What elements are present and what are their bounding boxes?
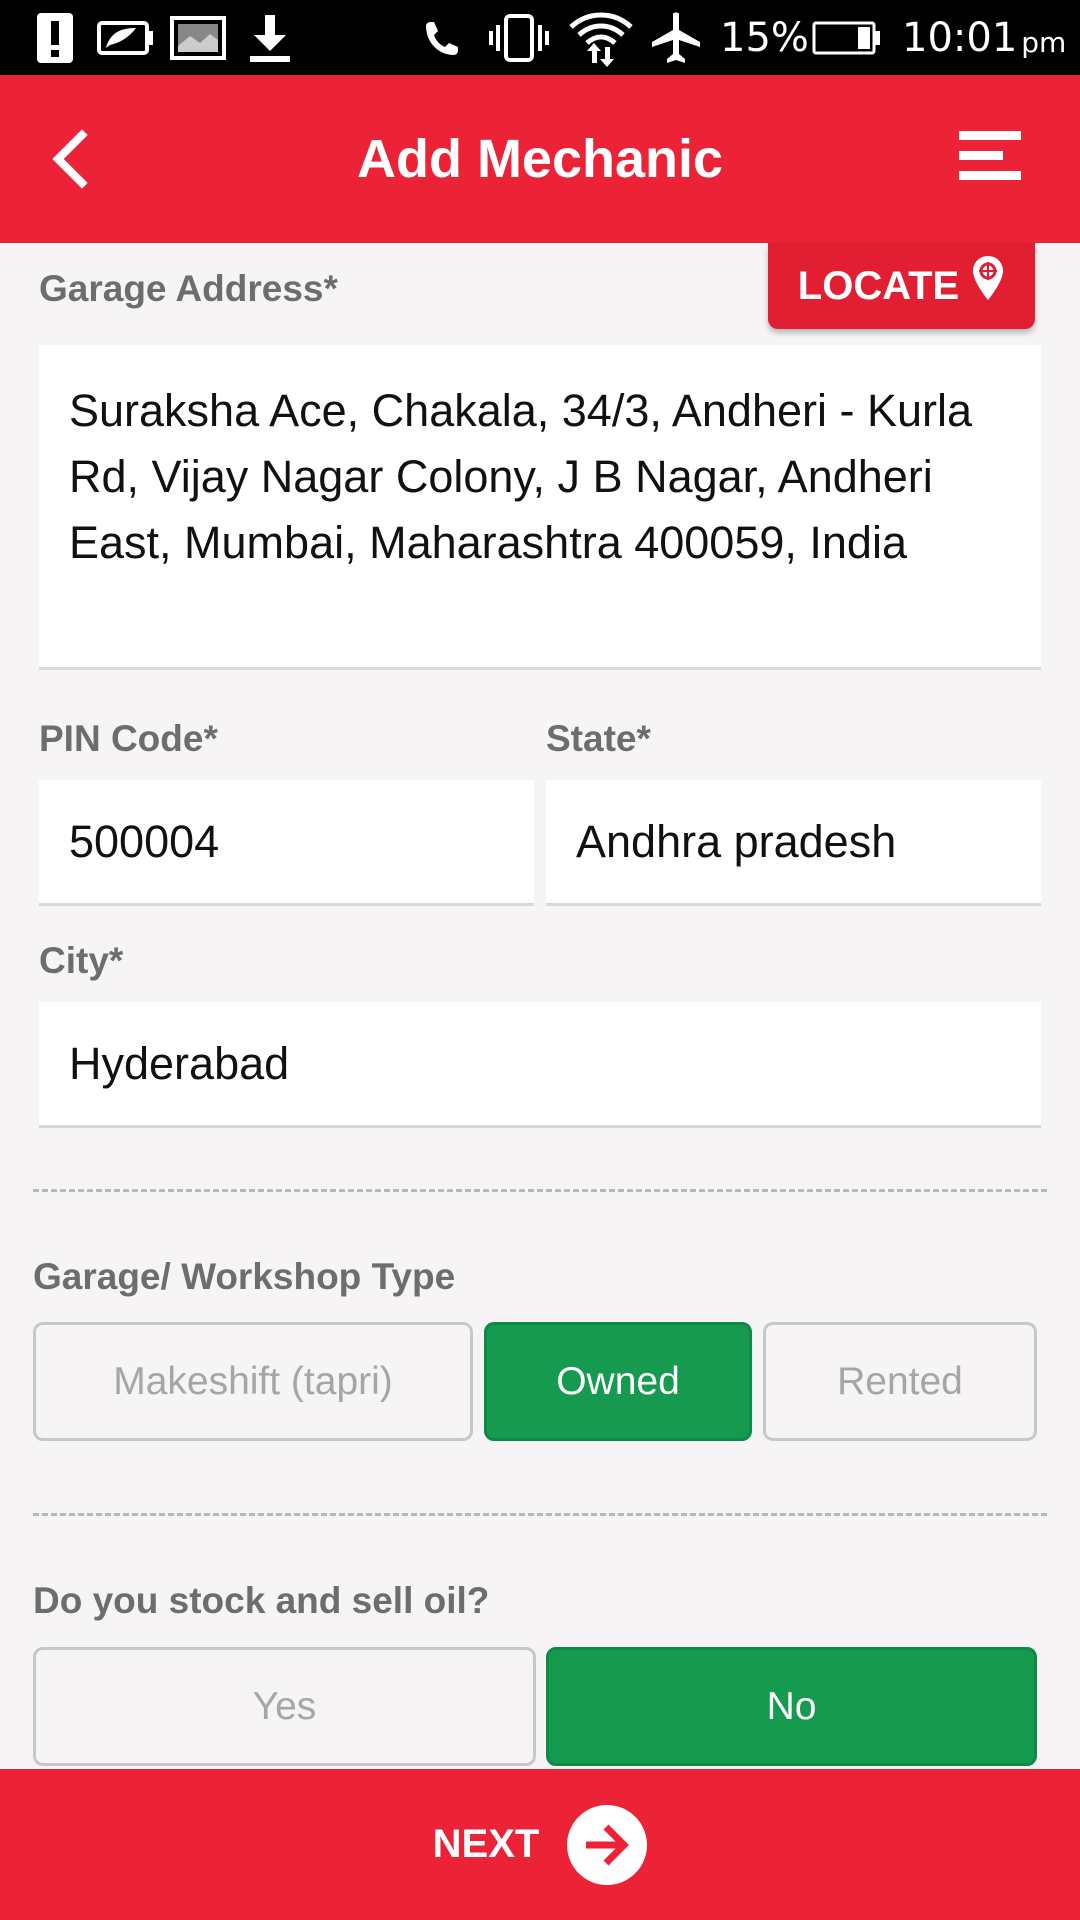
garage-type-label: Garage/ Workshop Type <box>33 1256 456 1297</box>
next-label: NEXT <box>432 1822 540 1866</box>
status-bar: 15% 10:01 pm <box>0 0 1080 75</box>
pin-code-label: PIN Code* <box>39 718 218 759</box>
menu-icon <box>959 131 1021 180</box>
arrow-right-icon <box>567 1804 648 1885</box>
state-label: State* <box>546 718 651 759</box>
vibrate-icon <box>488 0 550 75</box>
option-owned[interactable]: Owned <box>484 1322 752 1441</box>
download-icon <box>246 0 294 75</box>
battery-icon <box>812 0 882 75</box>
battery-percent: 15% <box>720 14 809 61</box>
divider <box>33 1513 1047 1516</box>
state-field[interactable]: Andhra pradesh <box>546 780 1041 906</box>
option-no-label: No <box>766 1684 817 1728</box>
app-bar: Add Mechanic <box>0 75 1080 243</box>
pin-code-field[interactable]: 500004 <box>39 780 534 906</box>
city-label: City* <box>39 940 124 981</box>
clock-time: 10:01 <box>902 14 1018 61</box>
option-yes-label: Yes <box>252 1684 317 1728</box>
city-field[interactable]: Hyderabad <box>39 1002 1041 1128</box>
garage-address-label: Garage Address* <box>39 268 338 309</box>
option-owned-label: Owned <box>556 1359 680 1403</box>
wifi-icon <box>568 0 634 75</box>
page-title: Add Mechanic <box>356 129 724 189</box>
option-yes[interactable]: Yes <box>33 1647 536 1766</box>
locate-button[interactable]: LOCATE <box>768 243 1035 329</box>
battery-saver-icon <box>96 0 156 75</box>
divider <box>33 1189 1047 1192</box>
airplane-icon <box>648 0 704 75</box>
option-makeshift-label: Makeshift (tapri) <box>113 1359 393 1403</box>
option-makeshift[interactable]: Makeshift (tapri) <box>33 1322 473 1441</box>
clock-suffix: pm <box>1021 26 1067 59</box>
city-value: Hyderabad <box>69 1037 290 1089</box>
locate-label: LOCATE <box>797 263 960 308</box>
gallery-icon <box>170 0 226 75</box>
pin-code-value: 500004 <box>69 815 220 867</box>
alert-icon <box>36 0 74 75</box>
next-button[interactable]: NEXT <box>0 1769 1080 1920</box>
menu-button[interactable] <box>955 125 1035 195</box>
garage-address-value: Suraksha Ace, Chakala, 34/3, Andheri - K… <box>69 385 973 568</box>
location-pin-icon <box>971 254 1005 312</box>
option-no[interactable]: No <box>546 1647 1037 1766</box>
state-value: Andhra pradesh <box>576 815 897 867</box>
garage-address-field[interactable]: Suraksha Ace, Chakala, 34/3, Andheri - K… <box>39 345 1041 670</box>
option-rented[interactable]: Rented <box>763 1322 1037 1441</box>
option-rented-label: Rented <box>837 1359 963 1403</box>
stock-oil-label: Do you stock and sell oil? <box>33 1580 490 1621</box>
phone-icon <box>420 0 460 75</box>
